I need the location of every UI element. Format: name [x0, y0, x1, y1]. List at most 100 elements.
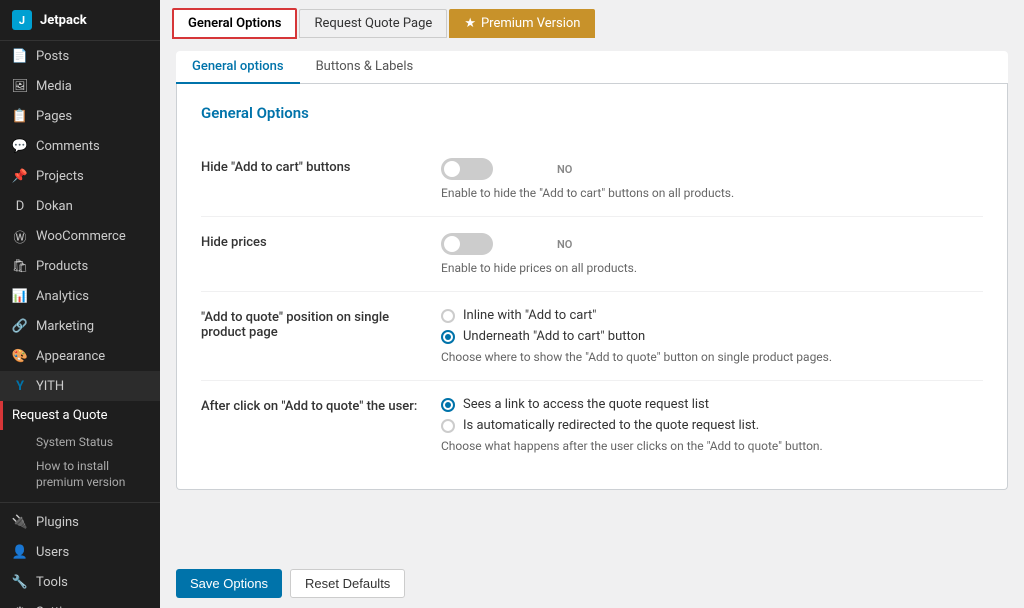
sidebar-item-media[interactable]: 🖼 Media: [0, 71, 160, 101]
sidebar-item-label: Dokan: [36, 199, 73, 214]
toggle-wrap-2: NO: [441, 233, 983, 255]
sidebar-item-label: Request a Quote: [12, 408, 108, 423]
inner-tab-general-options[interactable]: General options: [176, 51, 300, 84]
sidebar-item-label: Plugins: [36, 515, 79, 530]
sidebar-item-tools[interactable]: 🔧 Tools: [0, 567, 160, 597]
save-options-button[interactable]: Save Options: [176, 569, 282, 598]
settings-icon: ⚙: [12, 604, 28, 608]
bottom-bar: Save Options Reset Defaults: [160, 559, 1024, 608]
tab-request-quote-page[interactable]: Request Quote Page: [299, 9, 447, 38]
sidebar-item-label: Pages: [36, 109, 72, 124]
toggle-knob-2: [444, 236, 460, 252]
sidebar-item-label: Posts: [36, 49, 69, 64]
hide-prices-toggle[interactable]: [441, 233, 493, 255]
inner-tab-buttons-labels[interactable]: Buttons & Labels: [300, 51, 430, 84]
products-icon: 🛍: [12, 258, 28, 274]
hide-add-to-cart-helper: Enable to hide the "Add to cart" buttons…: [441, 186, 983, 200]
sidebar-brand-label: Jetpack: [40, 13, 87, 28]
sidebar-item-request-a-quote[interactable]: Request a Quote: [0, 401, 160, 430]
radio-text-underneath: Underneath "Add to cart" button: [463, 329, 645, 344]
toggle-label: NO: [557, 163, 572, 176]
comments-icon: 💬: [12, 138, 28, 154]
sidebar-item-label: Comments: [36, 139, 100, 154]
sidebar-item-appearance[interactable]: 🎨 Appearance: [0, 341, 160, 371]
sidebar-item-settings[interactable]: ⚙ Settings: [0, 597, 160, 608]
hide-add-to-cart-label: Hide "Add to cart" buttons: [201, 158, 421, 175]
hide-add-to-cart-toggle[interactable]: [441, 158, 493, 180]
top-tabs-bar: General Options Request Quote Page ★ Pre…: [160, 0, 1024, 39]
inner-tabs-bar: General options Buttons & Labels: [176, 51, 1008, 84]
radio-text-inline: Inline with "Add to cart": [463, 308, 596, 323]
radio-underneath[interactable]: Underneath "Add to cart" button: [441, 329, 983, 344]
sidebar-item-users[interactable]: 👤 Users: [0, 537, 160, 567]
sidebar-item-dokan[interactable]: D Dokan: [0, 191, 160, 221]
section-title: General Options: [201, 104, 983, 122]
sidebar-item-posts[interactable]: 📄 Posts: [0, 41, 160, 71]
tab-general-options[interactable]: General Options: [172, 8, 297, 39]
sidebar-item-pages[interactable]: 📋 Pages: [0, 101, 160, 131]
radio-redirected[interactable]: Is automatically redirected to the quote…: [441, 418, 983, 433]
add-to-quote-position-control: Inline with "Add to cart" Underneath "Ad…: [441, 308, 983, 364]
appearance-icon: 🎨: [12, 348, 28, 364]
sidebar-item-label: Appearance: [36, 349, 105, 364]
sidebar-divider: [0, 502, 160, 503]
tab-premium-version[interactable]: ★ Premium Version: [449, 9, 595, 38]
marketing-icon: 🔗: [12, 318, 28, 334]
sidebar-item-label: Projects: [36, 169, 84, 184]
sidebar-sub-item-system-status[interactable]: System Status: [0, 430, 160, 454]
users-icon: 👤: [12, 544, 28, 560]
toggle-knob: [444, 161, 460, 177]
add-to-quote-position-row: "Add to quote" position on single produc…: [201, 292, 983, 381]
sidebar-item-yith[interactable]: Y YITH: [0, 371, 160, 401]
jetpack-icon: J: [12, 10, 32, 30]
sidebar: J Jetpack 📄 Posts 🖼 Media 📋 Pages 💬 Comm…: [0, 0, 160, 608]
projects-icon: 📌: [12, 168, 28, 184]
after-click-row: After click on "Add to quote" the user: …: [201, 381, 983, 469]
sidebar-brand[interactable]: J Jetpack: [0, 0, 160, 41]
radio-circle-underneath: [441, 330, 455, 344]
radio-circle-inline: [441, 309, 455, 323]
sidebar-item-marketing[interactable]: 🔗 Marketing: [0, 311, 160, 341]
hide-prices-control: NO Enable to hide prices on all products…: [441, 233, 983, 275]
radio-circle-sees-link: [441, 398, 455, 412]
toggle-wrap: NO: [441, 158, 983, 180]
sidebar-item-label: Media: [36, 79, 72, 94]
sidebar-item-label: Marketing: [36, 319, 94, 334]
main-content: General Options Request Quote Page ★ Pre…: [160, 0, 1024, 608]
sidebar-item-products[interactable]: 🛍 Products: [0, 251, 160, 281]
sidebar-sub-item-how-to-install[interactable]: How to install premium version: [0, 454, 160, 498]
radio-sees-link[interactable]: Sees a link to access the quote request …: [441, 397, 983, 412]
analytics-icon: 📊: [12, 288, 28, 304]
plugins-icon: 🔌: [12, 514, 28, 530]
content-area: General options Buttons & Labels General…: [160, 39, 1024, 559]
hide-prices-helper: Enable to hide prices on all products.: [441, 261, 983, 275]
star-icon: ★: [464, 16, 476, 31]
sidebar-item-label: Products: [36, 259, 88, 274]
sidebar-item-label: YITH: [36, 379, 64, 394]
hide-prices-row: Hide prices NO Enable to hide prices on …: [201, 217, 983, 292]
radio-text-sees-link: Sees a link to access the quote request …: [463, 397, 709, 412]
settings-card: General Options Hide "Add to cart" butto…: [176, 84, 1008, 490]
pages-icon: 📋: [12, 108, 28, 124]
after-click-label: After click on "Add to quote" the user:: [201, 397, 421, 414]
posts-icon: 📄: [12, 48, 28, 64]
sidebar-item-plugins[interactable]: 🔌 Plugins: [0, 507, 160, 537]
radio-inline[interactable]: Inline with "Add to cart": [441, 308, 983, 323]
yith-icon: Y: [12, 378, 28, 394]
hide-prices-label: Hide prices: [201, 233, 421, 250]
radio-circle-redirected: [441, 419, 455, 433]
sidebar-item-analytics[interactable]: 📊 Analytics: [0, 281, 160, 311]
dokan-icon: D: [12, 198, 28, 214]
add-to-quote-position-label: "Add to quote" position on single produc…: [201, 308, 421, 340]
after-click-helper: Choose what happens after the user click…: [441, 439, 983, 453]
add-to-quote-position-helper: Choose where to show the "Add to quote" …: [441, 350, 983, 364]
woocommerce-icon: Ⓦ: [12, 228, 28, 244]
hide-add-to-cart-row: Hide "Add to cart" buttons NO Enable to …: [201, 142, 983, 217]
radio-text-redirected: Is automatically redirected to the quote…: [463, 418, 759, 433]
sidebar-item-woocommerce[interactable]: Ⓦ WooCommerce: [0, 221, 160, 251]
reset-defaults-button[interactable]: Reset Defaults: [290, 569, 405, 598]
sidebar-item-label: Users: [36, 545, 69, 560]
sidebar-item-projects[interactable]: 📌 Projects: [0, 161, 160, 191]
sidebar-item-label: WooCommerce: [36, 229, 126, 244]
sidebar-item-comments[interactable]: 💬 Comments: [0, 131, 160, 161]
